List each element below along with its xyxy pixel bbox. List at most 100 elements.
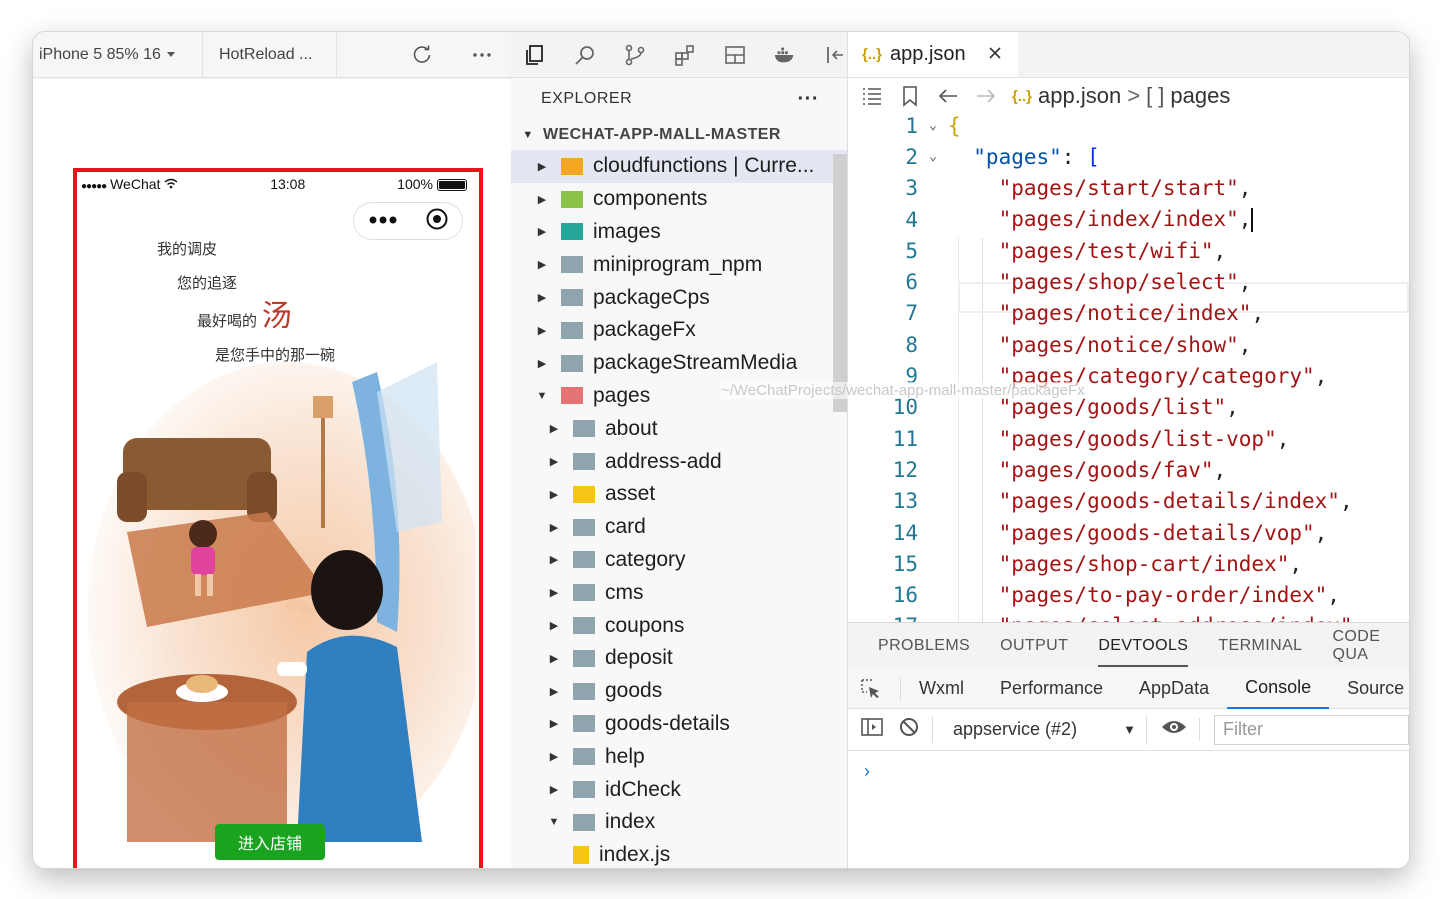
code-token: "pages/goods-details/index" <box>948 489 1340 514</box>
tree-item[interactable]: ▶ category <box>511 544 847 577</box>
folder-icon <box>561 256 583 274</box>
tree-item[interactable]: ▶ packageStreamMedia <box>511 347 847 380</box>
line-number: 16 <box>892 583 918 608</box>
tree-item[interactable]: ▶ goods-details <box>511 708 847 741</box>
code-line[interactable]: 3 "pages/start/start", <box>848 173 1409 204</box>
refresh-icon[interactable] <box>411 44 433 66</box>
chevron-right-icon: ▶ <box>537 357 547 370</box>
code-line[interactable]: 5 "pages/test/wifi", <box>848 235 1409 266</box>
tree-item[interactable]: index.js <box>511 839 847 868</box>
tree-item[interactable]: ▶ asset <box>511 478 847 511</box>
breadcrumb-file[interactable]: app.json <box>1038 83 1121 109</box>
hotreload-selector[interactable]: HotReload ... <box>203 32 337 78</box>
tree-item[interactable]: ▶ packageFx <box>511 314 847 347</box>
list-icon[interactable] <box>860 84 884 108</box>
code-line[interactable]: 14 "pages/goods-details/vop", <box>848 517 1409 548</box>
tree-item[interactable]: ▶ cloudfunctions | Curre... <box>511 150 847 183</box>
panel-tab[interactable]: OUTPUT <box>1000 637 1068 655</box>
activity-bar <box>511 32 847 78</box>
code-line[interactable]: 16 "pages/to-pay-order/index", <box>848 580 1409 611</box>
tree-item[interactable]: ▶ idCheck <box>511 773 847 806</box>
code-text: "pages": [ <box>948 145 1099 169</box>
code-text: "pages/notice/show", <box>948 333 1252 357</box>
arrow-right-icon[interactable] <box>974 84 998 108</box>
capsule-close-icon[interactable] <box>425 207 449 236</box>
sidebar-toggle-icon[interactable] <box>860 717 884 742</box>
code-editor[interactable]: 1 ⌄{2 ⌄ "pages": [3 "pages/start/start", 4 … <box>848 110 1409 622</box>
tree-item[interactable]: ▶ components <box>511 183 847 216</box>
tree-item[interactable]: ▶ packageCps <box>511 281 847 314</box>
chevron-right-icon: ▶ <box>549 685 559 698</box>
code-line[interactable]: 6 "pages/shop/select", <box>848 267 1409 298</box>
fold-chevron-icon[interactable]: ⌄ <box>918 118 948 133</box>
docker-icon[interactable] <box>773 43 797 67</box>
source-control-icon[interactable] <box>623 43 647 67</box>
search-icon[interactable] <box>573 43 597 67</box>
breadcrumb: {..} app.json > [ ] pages <box>1012 83 1230 109</box>
more-icon[interactable] <box>471 44 493 66</box>
layout-icon[interactable] <box>723 43 747 67</box>
devtools-tab[interactable]: Wxml <box>901 669 982 709</box>
tab-app-json[interactable]: {..} app.json <box>848 32 1018 77</box>
tree-item[interactable]: ▼ index <box>511 806 847 839</box>
breadcrumb-node[interactable]: pages <box>1170 83 1230 109</box>
tree-item[interactable]: ▶ goods <box>511 675 847 708</box>
code-line[interactable]: 17 "pages/select-address/index", <box>848 611 1409 622</box>
tree-item[interactable]: ▶ coupons <box>511 609 847 642</box>
explorer-scrollbar[interactable] <box>833 154 847 412</box>
console-prompt[interactable]: › <box>848 751 1409 782</box>
filter-input[interactable]: Filter <box>1214 714 1409 745</box>
panel-tab[interactable]: PROBLEMS <box>878 637 970 655</box>
code-token: "pages/to-pay-order/index" <box>948 583 1328 608</box>
bookmark-icon[interactable] <box>898 84 922 108</box>
code-line[interactable]: 15 "pages/shop-cart/index", <box>848 548 1409 579</box>
extensions-icon[interactable] <box>673 43 697 67</box>
context-selector[interactable]: appservice (#2) ▼ <box>947 714 1147 745</box>
split-panel-icon[interactable] <box>823 43 847 67</box>
code-line[interactable]: 1 ⌄{ <box>848 110 1409 141</box>
folder-open-icon <box>561 387 583 405</box>
files-icon[interactable] <box>523 43 547 67</box>
code-token: "pages/shop-cart/index" <box>948 551 1290 576</box>
arrow-left-icon[interactable] <box>936 84 960 108</box>
tree-item-label: coupons <box>605 613 685 637</box>
code-line[interactable]: 7 "pages/notice/index", <box>848 298 1409 329</box>
device-selector[interactable]: iPhone 5 85% 16 <box>33 32 203 78</box>
console-toolbar: appservice (#2) ▼ Filter <box>848 709 1409 751</box>
devtools-tab[interactable]: Source <box>1329 669 1409 709</box>
close-icon[interactable] <box>988 43 1002 66</box>
tree-item[interactable]: ▶ about <box>511 412 847 445</box>
fold-chevron-icon[interactable]: ⌄ <box>918 149 948 164</box>
devtools-tab[interactable]: Performance <box>982 669 1121 709</box>
devtools-tab[interactable]: Console <box>1227 669 1330 709</box>
clear-console-icon[interactable] <box>898 716 933 743</box>
tree-item[interactable]: ▶ deposit <box>511 642 847 675</box>
devtools-tab[interactable]: AppData <box>1121 669 1227 709</box>
line-number: 3 <box>905 176 918 201</box>
panel-tab[interactable]: DEVTOOLS <box>1098 637 1189 667</box>
capsule-menu-icon[interactable] <box>368 212 398 230</box>
eye-icon[interactable] <box>1161 718 1200 741</box>
explorer-more-icon[interactable]: ··· <box>798 88 819 111</box>
line-number: 15 <box>892 551 918 576</box>
miniprogram-capsule <box>353 202 463 240</box>
code-line[interactable]: 12 "pages/goods/fav", <box>848 454 1409 485</box>
enter-shop-button[interactable]: 进入店铺 <box>215 824 325 860</box>
code-line[interactable]: 8 "pages/notice/show", <box>848 329 1409 360</box>
tree-item[interactable]: ▶ help <box>511 740 847 773</box>
tree-item[interactable]: ▶ miniprogram_npm <box>511 248 847 281</box>
panel-tab[interactable]: CODE QUA <box>1332 628 1409 664</box>
code-line[interactable]: 13 "pages/goods-details/index", <box>848 486 1409 517</box>
tree-item[interactable]: ▶ address-add <box>511 445 847 478</box>
code-line[interactable]: 4 "pages/index/index", <box>848 204 1409 235</box>
inspect-icon[interactable] <box>860 676 901 701</box>
folder-icon <box>573 420 595 438</box>
workspace-root[interactable]: ▼ WECHAT-APP-MALL-MASTER <box>511 120 847 150</box>
tree-item[interactable]: ▶ card <box>511 511 847 544</box>
tree-item[interactable]: ▶ cms <box>511 576 847 609</box>
tree-item[interactable]: ▶ images <box>511 216 847 249</box>
panel-tab[interactable]: TERMINAL <box>1218 637 1302 655</box>
code-line[interactable]: 11 "pages/goods/list-vop", <box>848 423 1409 454</box>
code-text: "pages/to-pay-order/index", <box>948 583 1340 607</box>
code-line[interactable]: 2 ⌄ "pages": [ <box>848 141 1409 172</box>
